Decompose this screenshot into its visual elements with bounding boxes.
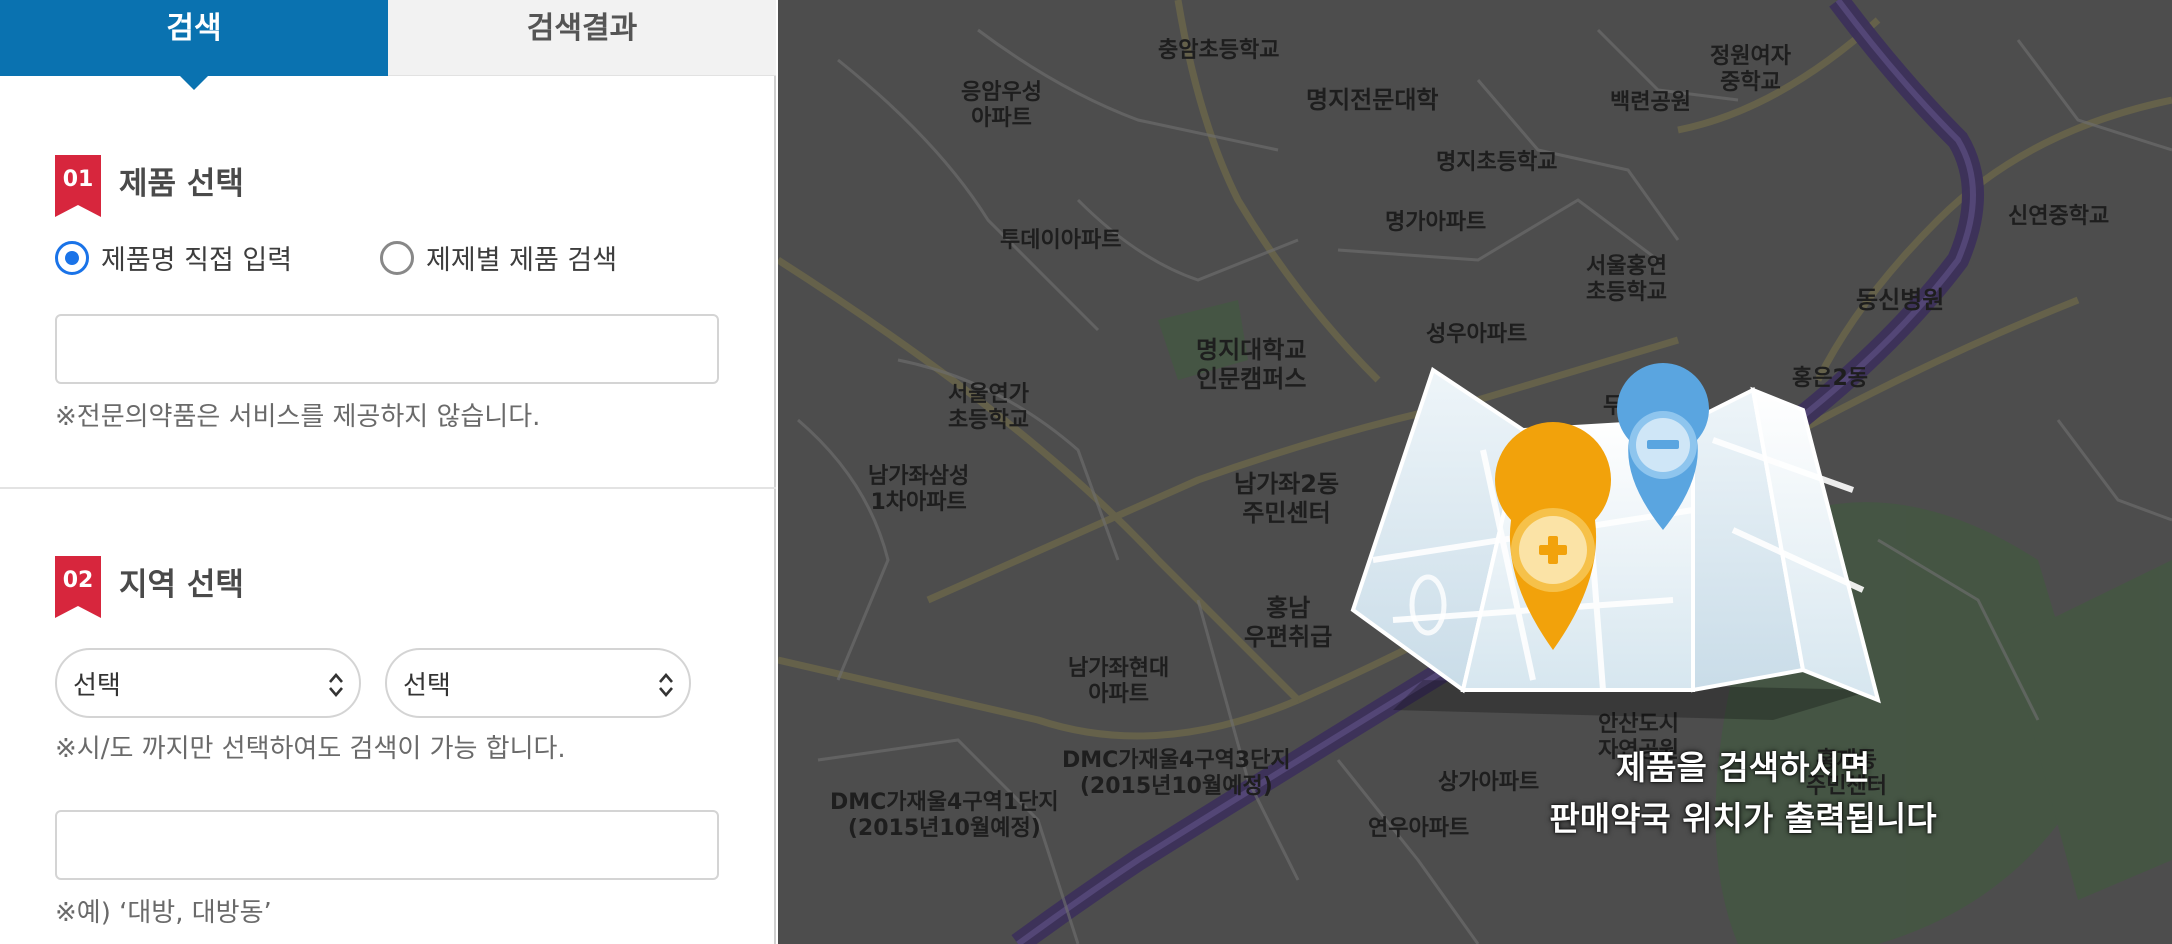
- product-note: ※전문의약품은 서비스를 제공하지 않습니다.: [55, 402, 541, 432]
- city-select[interactable]: 선택: [55, 648, 361, 718]
- radio-direct-input-label: 제품명 직접 입력: [101, 245, 293, 276]
- map-view[interactable]: 충암초등학교 명지전문대학 응암우성 아파트 백련공원 정원여자 중학교 명지초…: [778, 0, 2172, 944]
- tab-search-results[interactable]: 검색결과: [388, 0, 776, 76]
- address-example-note: ※예) ‘대방, 대방동’: [55, 898, 272, 928]
- radio-ingredient-search-label: 제제별 제품 검색: [426, 245, 618, 276]
- radio-unselected-icon[interactable]: [380, 240, 415, 275]
- select-arrows-icon: [659, 673, 673, 697]
- step-badge-01: 01: [55, 155, 101, 217]
- region-note: ※시/도 까지만 선택하여도 검색이 가능 합니다.: [55, 734, 566, 764]
- product-search-mode: 제품명 직접 입력 제제별 제품 검색: [55, 238, 617, 277]
- tab-search[interactable]: 검색: [0, 0, 388, 90]
- folded-map-illustration: [1350, 363, 1881, 720]
- radio-direct-input[interactable]: 제품명 직접 입력: [55, 238, 292, 277]
- product-name-input[interactable]: [55, 314, 719, 384]
- radio-ingredient-search[interactable]: 제제별 제품 검색: [380, 238, 617, 277]
- overlay-line-1: 제품을 검색하시면: [1615, 748, 1871, 787]
- section-divider: [0, 487, 776, 489]
- city-select-value: 선택: [73, 670, 121, 701]
- radio-selected-icon[interactable]: [55, 240, 89, 275]
- tab-bar: 검색 검색결과: [0, 0, 776, 90]
- search-panel: 검색 검색결과 01 제품 선택 제품명 직접 입력 제제별 제품 검색 ※전문…: [0, 0, 776, 944]
- select-arrows-icon: [329, 673, 343, 697]
- step-badge-02: 02: [55, 556, 101, 618]
- map-placeholder-message: 제품을 검색하시면 판매약국 위치가 출력됩니다: [1483, 742, 2003, 844]
- section-product-title: 제품 선택: [119, 165, 244, 202]
- address-input[interactable]: [55, 810, 719, 880]
- district-select-value: 선택: [403, 670, 451, 701]
- section-region-header: 02 지역 선택: [55, 556, 244, 618]
- overlay-line-2: 판매약국 위치가 출력됩니다: [1549, 799, 1937, 839]
- section-region-title: 지역 선택: [119, 566, 244, 603]
- district-select[interactable]: 선택: [385, 648, 691, 718]
- section-product-header: 01 제품 선택: [55, 155, 244, 217]
